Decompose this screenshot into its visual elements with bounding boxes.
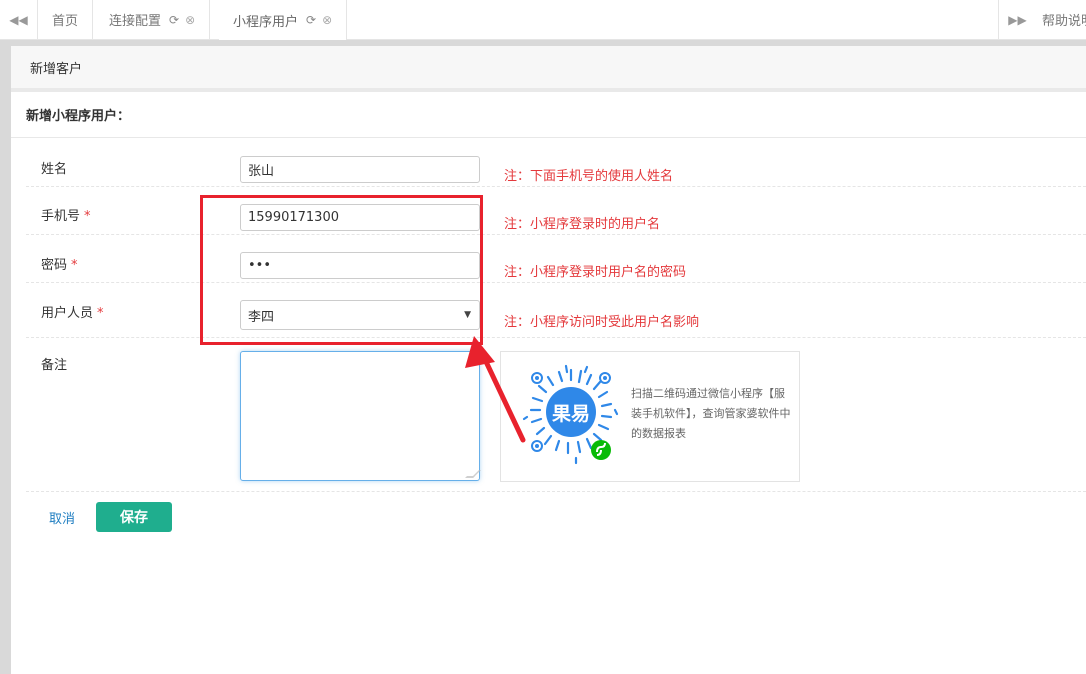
miniprogram-qr-code: 果易 bbox=[522, 364, 619, 465]
tab-label: 小程序用户 bbox=[233, 14, 299, 30]
name-note: 注：下面手机号的使用人姓名 bbox=[504, 169, 674, 184]
resize-grip-icon[interactable] bbox=[465, 470, 481, 478]
password-label-text: 密码 bbox=[41, 258, 68, 273]
required-mark: * bbox=[84, 209, 91, 224]
user-person-label-text: 用户人员 bbox=[41, 306, 94, 321]
cancel-button[interactable]: 取消 bbox=[49, 508, 75, 527]
tab-label: 连接配置 bbox=[109, 14, 162, 29]
phone-label-text: 手机号 bbox=[41, 209, 81, 224]
qr-description: 扫描二维码通过微信小程序【服装手机软件】，查询管家婆软件中的数据报表 bbox=[631, 387, 791, 440]
tab-label: 首页 bbox=[52, 14, 79, 29]
highlight-box bbox=[200, 195, 483, 345]
password-label: 密码 * bbox=[41, 254, 78, 273]
form-row-password: 密码 * ••• 注：小程序登录时用户名的密码 bbox=[26, 235, 1086, 283]
tab-home[interactable]: 首页 bbox=[38, 0, 94, 39]
remark-textarea[interactable] bbox=[240, 351, 481, 481]
required-mark: * bbox=[97, 306, 104, 321]
qr-card: 果易 扫描二维码通过微信小程序【服装手机软件】，查询管家婆软件中的数据报表 bbox=[500, 351, 800, 482]
tab-miniprogram-users[interactable]: 小程序用户 ⟳ ⊗ bbox=[219, 0, 348, 40]
qr-logo-text: 果易 bbox=[551, 403, 590, 425]
tab-scroll-right-icon[interactable]: ▶▶ bbox=[998, 0, 1036, 39]
phone-label: 手机号 * bbox=[41, 205, 91, 224]
user-person-label: 用户人员 * bbox=[41, 302, 104, 321]
tab-scroll-left-icon[interactable]: ◀◀ bbox=[0, 0, 38, 39]
user-person-note: 注：小程序访问时受此用户名影响 bbox=[504, 315, 700, 330]
remark-label: 备注 bbox=[41, 358, 68, 373]
help-link[interactable]: 帮助说明 bbox=[1042, 0, 1086, 39]
form-row-user-person: 用户人员 * 李四 ▼ 注：小程序访问时受此用户名影响 bbox=[26, 283, 1086, 338]
panel-title: 新增客户 bbox=[11, 46, 1086, 92]
name-label: 姓名 bbox=[41, 162, 68, 177]
save-button[interactable]: 保存 bbox=[96, 502, 172, 532]
tab-bar: ◀◀ 首页 连接配置 ⟳ ⊗ 小程序用户 ⟳ ⊗ ▶▶ 帮助说明 bbox=[0, 0, 1086, 40]
name-input-value: 张山 bbox=[248, 164, 275, 179]
section-title: 新增小程序用户： bbox=[11, 92, 1086, 138]
tab-connection-config[interactable]: 连接配置 ⟳ ⊗ bbox=[95, 0, 211, 39]
password-note: 注：小程序登录时用户名的密码 bbox=[504, 265, 687, 280]
close-icon[interactable]: ⊗ bbox=[185, 13, 195, 27]
form-row-name: 姓名 张山 注：下面手机号的使用人姓名 bbox=[26, 139, 1086, 187]
phone-note: 注：小程序登录时的用户名 bbox=[504, 217, 661, 232]
form-row-phone: 手机号 * 15990171300 注：小程序登录时的用户名 bbox=[26, 187, 1086, 235]
refresh-icon[interactable]: ⟳ bbox=[306, 13, 316, 27]
name-input[interactable]: 张山 bbox=[240, 156, 480, 183]
refresh-icon[interactable]: ⟳ bbox=[169, 13, 179, 27]
content-panel: 新增客户 新增小程序用户： 姓名 张山 注：下面手机号的使用人姓名 手机号 * 1… bbox=[11, 46, 1086, 674]
close-icon[interactable]: ⊗ bbox=[322, 13, 332, 27]
required-mark: * bbox=[71, 258, 78, 273]
